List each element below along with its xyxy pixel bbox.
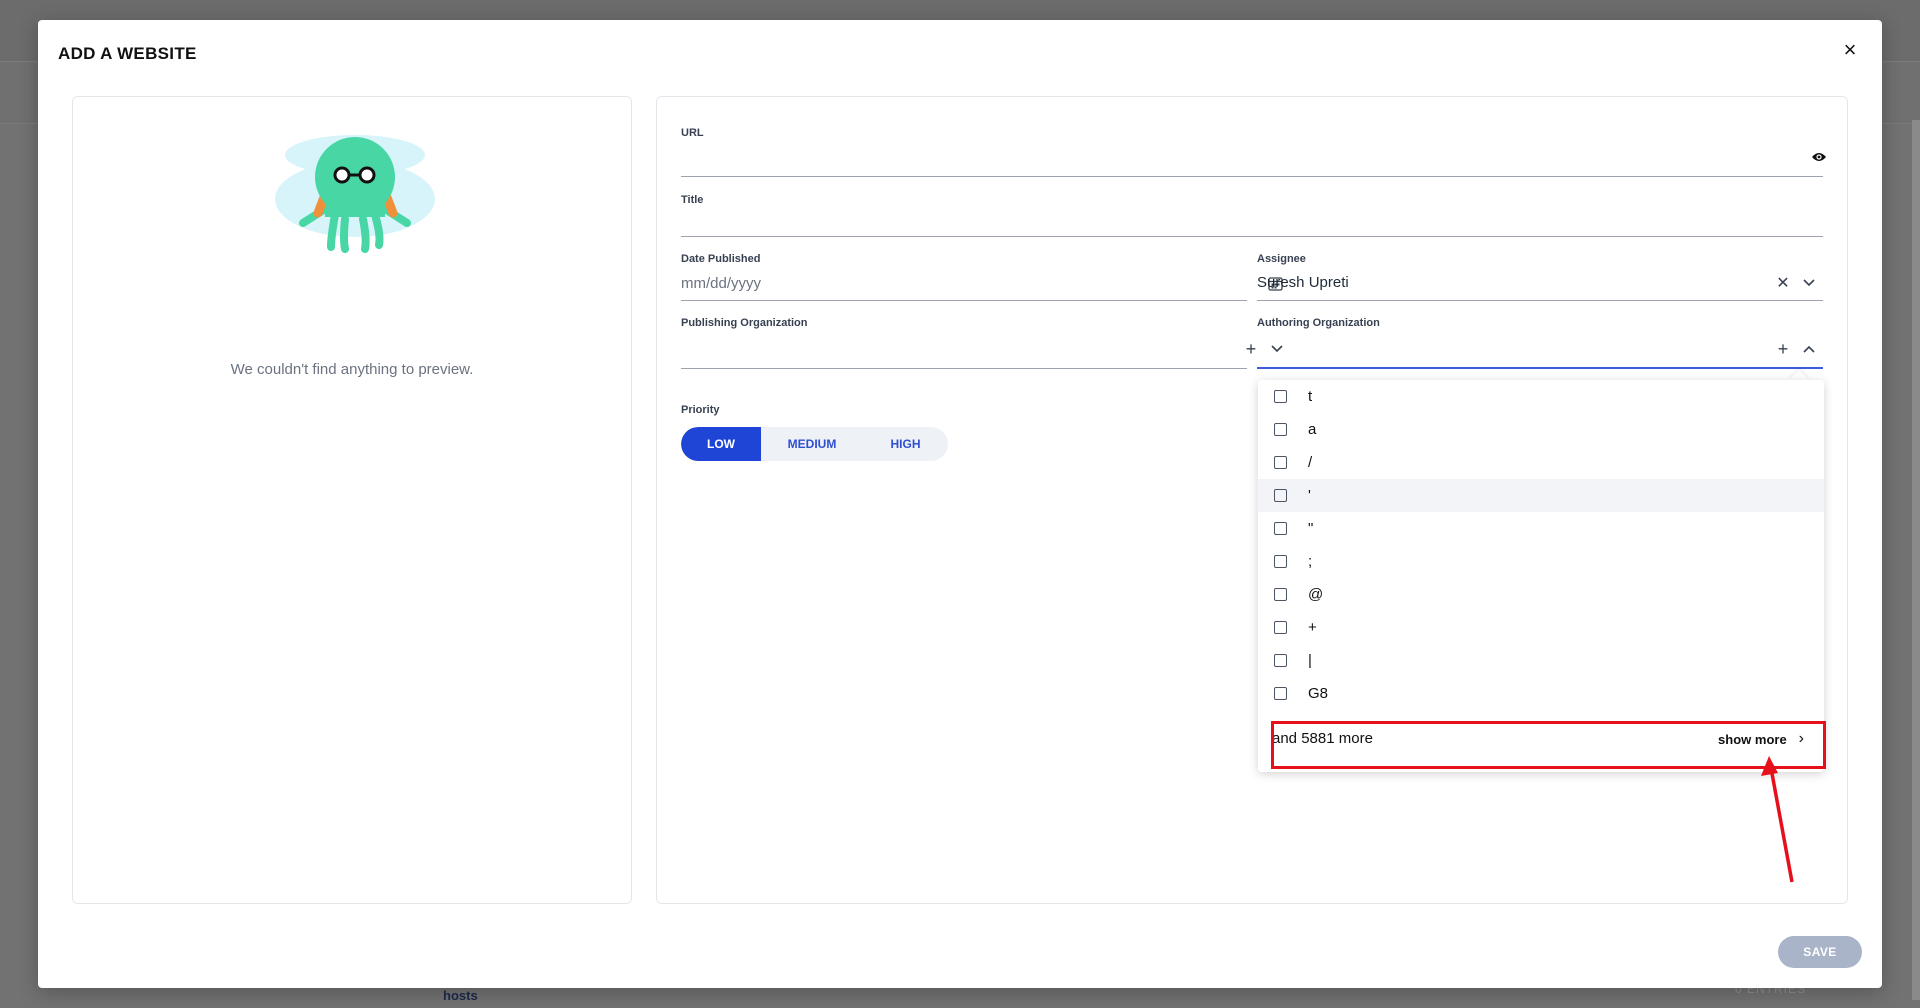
dropdown-option[interactable]: ": [1258, 512, 1824, 545]
dropdown-option[interactable]: +: [1258, 611, 1824, 644]
background-hosts-label: hosts: [443, 988, 478, 1003]
annotation-arrow-icon: [1761, 756, 1794, 883]
checkbox-icon[interactable]: [1274, 555, 1287, 568]
priority-high-button[interactable]: HIGH: [863, 427, 948, 461]
assignee-underline: [1257, 300, 1823, 301]
checkbox-icon[interactable]: [1274, 687, 1287, 700]
url-label: URL: [681, 127, 704, 139]
publishing-org-select[interactable]: [681, 339, 1201, 363]
dropdown-option[interactable]: ;: [1258, 545, 1824, 578]
date-published-label: Date Published: [681, 253, 761, 265]
date-published-input[interactable]: mm/dd/yyyy: [681, 275, 761, 292]
background-scrollbar[interactable]: [1912, 120, 1920, 1000]
dropdown-option[interactable]: a: [1258, 413, 1824, 446]
title-underline: [681, 236, 1823, 237]
add-website-modal: ADD A WEBSITE × We couldn't find anythin…: [38, 20, 1882, 988]
checkbox-icon[interactable]: [1274, 390, 1287, 403]
save-button[interactable]: SAVE: [1778, 936, 1862, 968]
eye-icon[interactable]: [1809, 147, 1829, 167]
dropdown-option[interactable]: ': [1258, 479, 1824, 512]
authoring-org-select[interactable]: [1257, 339, 1757, 363]
dropdown-option[interactable]: G8: [1258, 677, 1824, 710]
priority-toggle-group: LOW MEDIUM HIGH: [681, 427, 948, 461]
checkbox-icon[interactable]: [1274, 423, 1287, 436]
dropdown-option[interactable]: @: [1258, 578, 1824, 611]
priority-low-button[interactable]: LOW: [681, 427, 761, 461]
authoring-org-label: Authoring Organization: [1257, 317, 1380, 329]
url-input[interactable]: [681, 147, 1791, 171]
preview-panel: We couldn't find anything to preview.: [72, 96, 632, 904]
assignee-select[interactable]: Suresh Upreti: [1257, 274, 1349, 291]
authoring-org-dropdown: t a / ' " ; @ + | G8 and 5881 more show …: [1258, 380, 1824, 772]
priority-medium-button[interactable]: MEDIUM: [761, 427, 863, 461]
chevron-down-icon[interactable]: [1799, 273, 1819, 293]
publishing-org-label: Publishing Organization: [681, 317, 808, 329]
priority-label: Priority: [681, 404, 720, 416]
url-underline: [681, 176, 1823, 177]
octopus-mascot-icon: [275, 135, 435, 253]
close-icon[interactable]: ×: [1838, 38, 1862, 62]
checkbox-icon[interactable]: [1274, 489, 1287, 502]
add-authoring-org-icon[interactable]: +: [1773, 339, 1793, 359]
title-label: Title: [681, 194, 704, 206]
authoring-org-underline: [1257, 367, 1823, 369]
checkbox-icon[interactable]: [1274, 522, 1287, 535]
preview-empty-message: We couldn't find anything to preview.: [230, 361, 474, 378]
publishing-org-underline: [681, 368, 1247, 369]
checkbox-icon[interactable]: [1274, 588, 1287, 601]
checkbox-icon[interactable]: [1274, 654, 1287, 667]
assignee-label: Assignee: [1257, 253, 1306, 265]
title-input[interactable]: [681, 211, 1823, 235]
dropdown-option[interactable]: |: [1258, 644, 1824, 677]
modal-title: ADD A WEBSITE: [58, 44, 197, 63]
checkbox-icon[interactable]: [1274, 456, 1287, 469]
chevron-up-icon[interactable]: [1799, 339, 1819, 359]
checkbox-icon[interactable]: [1274, 621, 1287, 634]
clear-icon[interactable]: ✕: [1773, 273, 1793, 293]
annotation-highlight-box: [1271, 721, 1826, 769]
date-published-underline: [681, 300, 1247, 301]
dropdown-option[interactable]: /: [1258, 446, 1824, 479]
dropdown-option[interactable]: t: [1258, 380, 1824, 413]
